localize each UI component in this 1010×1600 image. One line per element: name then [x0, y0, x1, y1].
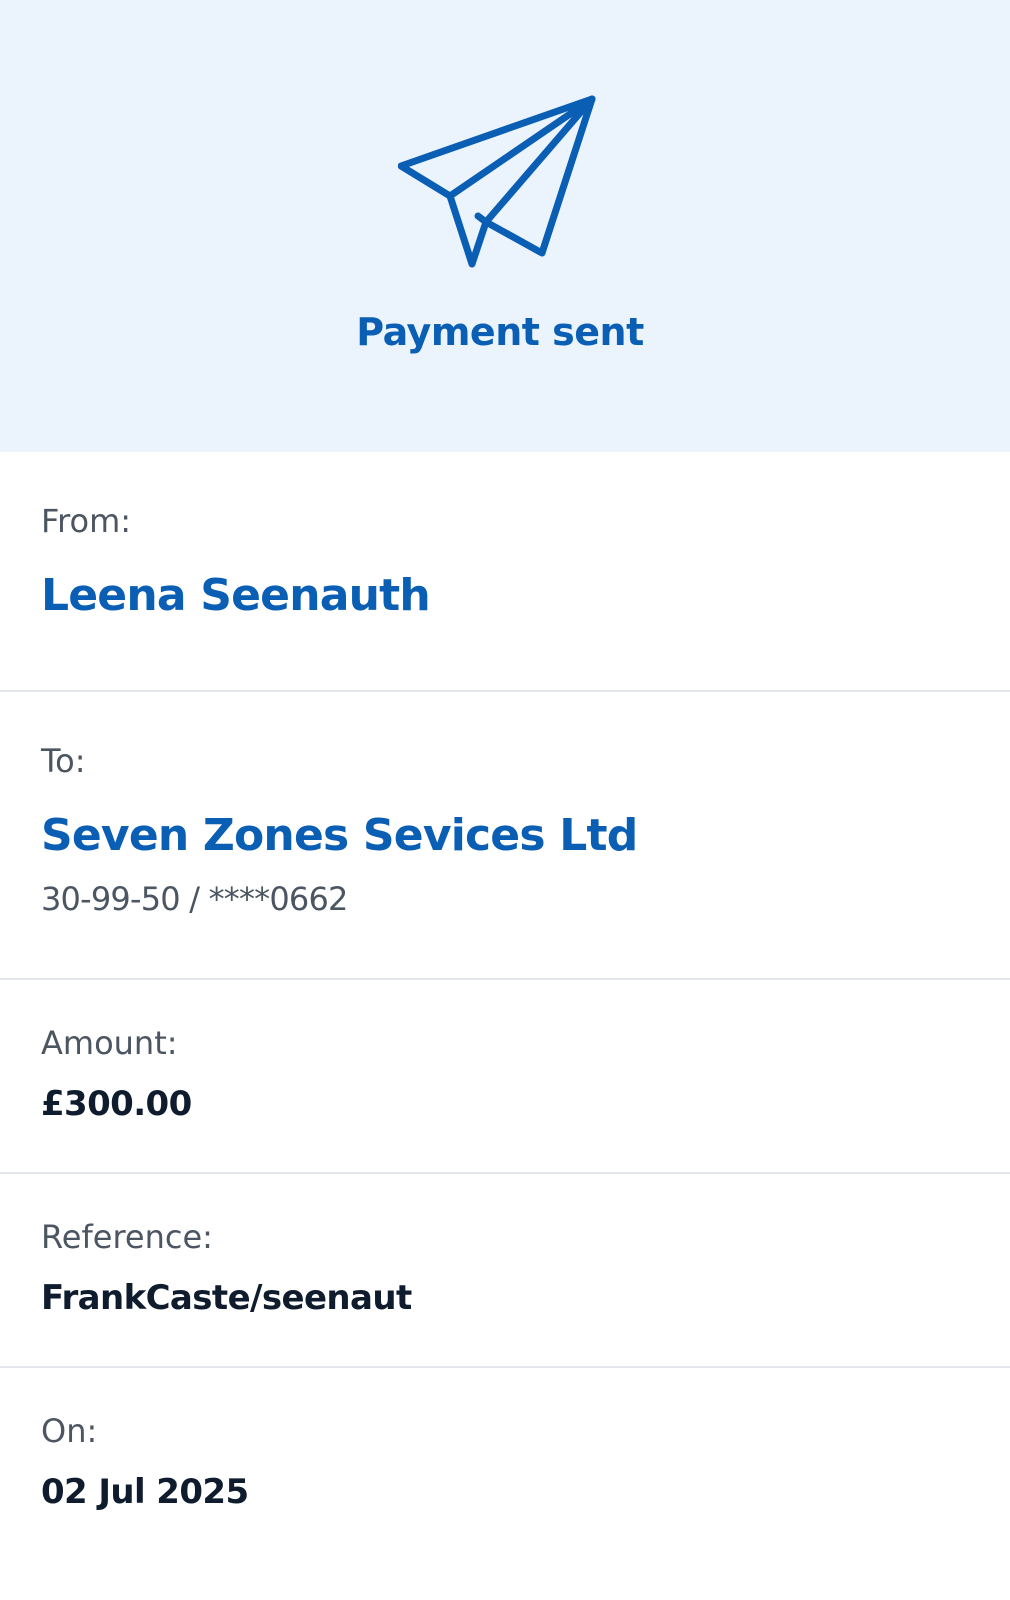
- payment-status-header: Payment sent: [0, 0, 1010, 452]
- reference-label: Reference:: [41, 1218, 213, 1256]
- payee-name: Seven Zones Sevices Ltd: [41, 810, 638, 861]
- payment-confirmation-screen: Payment sent From: Leena Seenauth To: Se…: [0, 0, 1010, 1600]
- date-value: 02 Jul 2025: [41, 1472, 249, 1512]
- amount-section: Amount: £300.00: [0, 980, 1010, 1174]
- from-label: From:: [41, 502, 132, 540]
- to-section: To: Seven Zones Sevices Ltd 30-99-50 / *…: [0, 692, 1010, 980]
- amount-label: Amount:: [41, 1024, 178, 1062]
- to-label: To:: [41, 742, 86, 780]
- reference-section: Reference: FrankCaste/seenaut: [0, 1174, 1010, 1368]
- date-section: On: 02 Jul 2025: [0, 1368, 1010, 1600]
- date-label: On:: [41, 1412, 98, 1450]
- reference-value: FrankCaste/seenaut: [41, 1278, 412, 1318]
- payment-sent-title: Payment sent: [356, 310, 644, 354]
- paper-plane-icon: [398, 92, 610, 274]
- payer-name: Leena Seenauth: [41, 570, 431, 621]
- payee-account-details: 30-99-50 / ****0662: [41, 880, 348, 918]
- from-section: From: Leena Seenauth: [0, 452, 1010, 692]
- amount-value: £300.00: [41, 1084, 192, 1124]
